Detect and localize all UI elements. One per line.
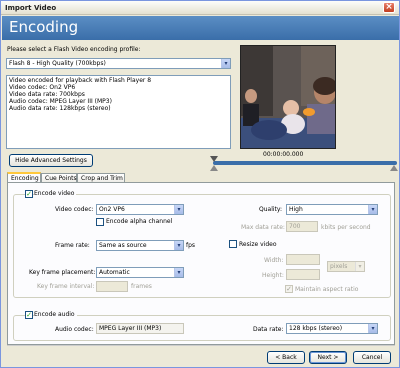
close-button[interactable]: × [383, 2, 395, 13]
out-point-marker[interactable] [390, 165, 398, 171]
encode-video-checkbox[interactable]: ✓ [25, 190, 33, 198]
back-button[interactable]: < Back [267, 351, 305, 364]
video-codec-value: On2 VP6 [99, 206, 125, 213]
next-button[interactable]: Next > [309, 351, 347, 364]
audio-codec-field: MPEG Layer III (MP3) [96, 323, 184, 334]
encode-alpha-checkbox[interactable] [96, 218, 104, 226]
fps-label: fps [186, 242, 196, 249]
resize-video-checkbox[interactable] [229, 240, 237, 248]
frames-label: frames [131, 283, 152, 290]
key-frame-placement-label: Key frame placement: [29, 269, 96, 276]
timecode: 00:00:00.000 [263, 151, 304, 158]
encode-video-label: Encode video [34, 190, 77, 197]
units-value: pixels [330, 263, 348, 270]
video-frame-image [241, 46, 335, 148]
description-line: Audio data rate: 128kbps (stereo) [9, 105, 111, 112]
key-frame-interval-input[interactable] [96, 281, 128, 292]
chevron-down-icon: ▾ [368, 205, 377, 214]
title-bar: Import Video × [1, 1, 399, 15]
encode-audio-label: Encode audio [34, 311, 77, 318]
frame-rate-label: Frame rate: [55, 242, 90, 249]
quality-label: Quality: [259, 206, 283, 213]
description-line: Video encoded for playback with Flash Pl… [9, 77, 152, 84]
max-data-rate-label: Max data rate: [241, 224, 285, 231]
chevron-down-icon: ▾ [174, 241, 183, 250]
frame-rate-select[interactable]: Same as source ▾ [96, 240, 184, 251]
key-frame-interval-label: Key frame interval: [37, 283, 95, 290]
resize-video-label: Resize video [239, 241, 277, 248]
hide-advanced-settings-button[interactable]: Hide Advanced Settings [9, 154, 93, 167]
profile-prompt: Please select a Flash Video encoding pro… [7, 46, 141, 53]
width-input[interactable] [286, 254, 320, 265]
chevron-down-icon: ▾ [174, 268, 183, 277]
footer-separator [7, 345, 395, 346]
profile-select-value: Flash 8 - High Quality (700kbps) [9, 60, 106, 67]
max-data-rate-input[interactable]: 700 [286, 221, 318, 232]
chevron-down-icon: ▾ [174, 205, 183, 214]
video-codec-select[interactable]: On2 VP6 ▾ [96, 204, 184, 215]
playhead-marker[interactable] [210, 156, 218, 162]
height-label: Height: [262, 272, 284, 279]
cancel-button[interactable]: Cancel [353, 351, 391, 364]
chevron-down-icon: ▾ [368, 324, 377, 333]
maintain-aspect-checkbox[interactable]: ✓ [285, 285, 293, 293]
description-line: Video codec: On2 VP6 [9, 84, 76, 91]
page-title: Encoding [9, 18, 79, 36]
quality-value: High [289, 206, 303, 213]
width-label: Width: [264, 257, 284, 264]
description-line: Video data rate: 700kbps [9, 91, 85, 98]
profile-description: Video encoded for playback with Flash Pl… [6, 75, 231, 149]
in-point-marker[interactable] [210, 165, 218, 171]
profile-select[interactable]: Flash 8 - High Quality (700kbps) ▾ [6, 58, 231, 69]
kbits-per-second-label: kbits per second [321, 224, 371, 231]
video-codec-label: Video codec: [55, 206, 94, 213]
units-select[interactable]: pixels ▾ [327, 261, 365, 272]
quality-select[interactable]: High ▾ [286, 204, 378, 215]
data-rate-select[interactable]: 128 kbps (stereo) ▾ [286, 323, 378, 334]
import-video-window: Import Video × Encoding Please select a … [0, 0, 400, 368]
data-rate-label: Data rate: [253, 326, 284, 333]
description-line: Audio codec: MPEG Layer III (MP3) [9, 98, 112, 105]
key-frame-placement-value: Automatic [99, 269, 130, 276]
encode-alpha-label: Encode alpha channel [106, 218, 173, 225]
frame-rate-value: Same as source [99, 242, 147, 249]
video-preview [240, 45, 336, 149]
audio-codec-label: Audio codec: [55, 326, 94, 333]
scrub-track[interactable] [213, 161, 397, 165]
encode-audio-checkbox[interactable]: ✓ [25, 311, 33, 319]
page-header: Encoding [2, 16, 399, 40]
chevron-down-icon: ▾ [355, 262, 364, 271]
data-rate-value: 128 kbps (stereo) [289, 325, 343, 332]
chevron-down-icon: ▾ [221, 59, 230, 68]
maintain-aspect-label: Maintain aspect ratio [295, 286, 359, 293]
window-title: Import Video [5, 4, 57, 12]
height-input[interactable] [286, 269, 320, 280]
key-frame-placement-select[interactable]: Automatic ▾ [96, 267, 184, 278]
